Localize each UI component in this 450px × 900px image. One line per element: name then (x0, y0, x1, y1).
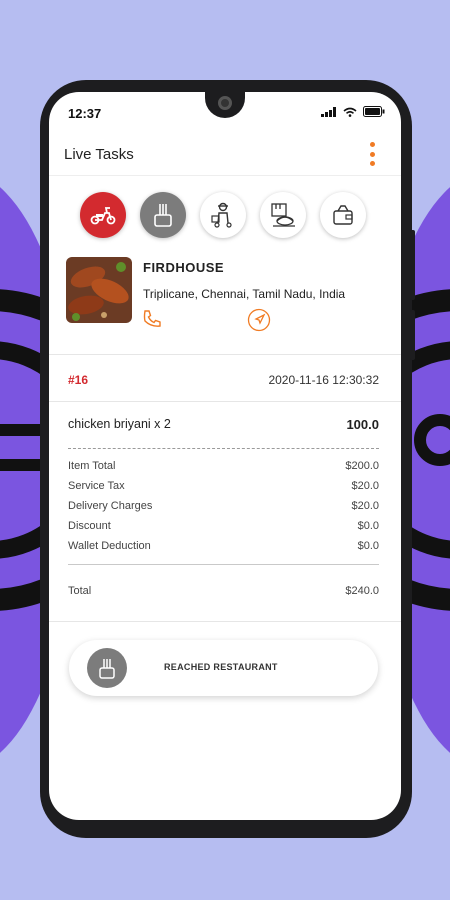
bill-row: Item Total $200.0 (68, 460, 379, 472)
signal-icon (321, 106, 336, 117)
restaurant-image (66, 257, 132, 323)
status-time: 12:37 (68, 106, 102, 121)
bill-row: Discount $0.0 (68, 520, 379, 532)
page-title: Live Tasks (64, 146, 134, 163)
bill-label: Discount (68, 520, 111, 532)
section-divider (49, 621, 401, 622)
step-scooter (80, 192, 126, 238)
section-divider (49, 401, 401, 402)
section-divider (49, 354, 401, 355)
battery-icon (363, 106, 385, 117)
more-vert-icon[interactable] (367, 140, 377, 168)
phone-call-icon[interactable] (141, 308, 163, 330)
bill-label: Service Tax (68, 480, 125, 492)
restaurant-name: FIRDHOUSE (143, 260, 225, 275)
bill-label: Wallet Deduction (68, 540, 151, 552)
total-value: $240.0 (345, 585, 379, 597)
restaurant-address: Triplicane, Chennai, Tamil Nadu, India (143, 287, 346, 301)
step-wallet (320, 192, 366, 238)
bill-value: $0.0 (357, 540, 379, 552)
bill-row: Delivery Charges $20.0 (68, 500, 379, 512)
bill-row: Service Tax $20.0 (68, 480, 379, 492)
app-screen: 12:37 Live Tasks FIRDHOUSE Triplicane, C… (49, 92, 401, 820)
restaurant-icon (154, 204, 172, 227)
bill-total-row: Total $240.0 (68, 585, 379, 597)
step-package (260, 192, 306, 238)
order-id: #16 (68, 373, 89, 387)
reached-restaurant-button[interactable]: REACHED RESTAURANT (69, 640, 378, 696)
restaurant-icon (87, 648, 127, 688)
bill-value: $20.0 (351, 480, 379, 492)
bill-value: $200.0 (345, 460, 379, 472)
wallet-icon (333, 205, 353, 225)
step-restaurant (140, 192, 186, 238)
progress-steps (80, 192, 366, 238)
bill-value: $20.0 (351, 500, 379, 512)
status-bar: 12:37 (49, 92, 401, 132)
bill-label: Item Total (68, 460, 116, 472)
action-label: REACHED RESTAURANT (164, 662, 278, 672)
bill-divider (68, 564, 379, 565)
app-bar: Live Tasks (49, 132, 401, 176)
wifi-icon (343, 107, 357, 117)
delivery-person-icon (211, 202, 232, 228)
total-label: Total (68, 585, 92, 597)
navigation-icon[interactable] (247, 308, 271, 332)
bill-label: Delivery Charges (68, 500, 153, 512)
food-package-icon (271, 203, 295, 227)
order-item-price: 100.0 (346, 417, 379, 432)
dashed-divider (68, 448, 379, 449)
bill-value: $0.0 (357, 520, 379, 532)
scooter-icon (90, 207, 116, 225)
bill-row: Wallet Deduction $0.0 (68, 540, 379, 552)
order-datetime: 2020-11-16 12:30:32 (268, 373, 379, 387)
order-item-name: chicken briyani x 2 (68, 417, 171, 431)
step-pickup (200, 192, 246, 238)
